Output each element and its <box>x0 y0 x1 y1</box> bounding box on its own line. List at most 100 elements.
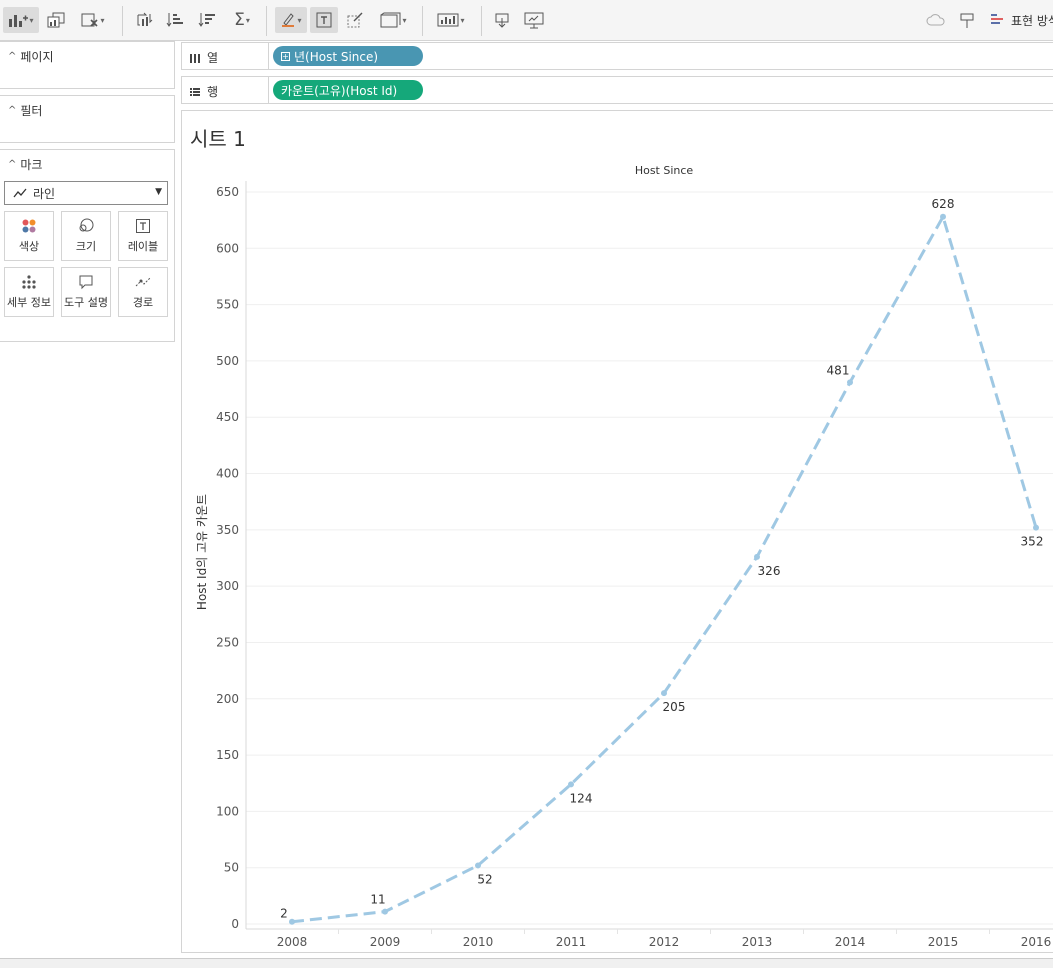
x-tick-label: 2015 <box>928 935 959 949</box>
rows-pill-label: 카운트(고유)(Host Id) <box>281 83 398 98</box>
show-cards-icon <box>437 13 459 27</box>
chevron-down-icon: ▾ <box>460 15 465 25</box>
y-tick-label: 600 <box>216 241 239 255</box>
y-tick-label: 250 <box>216 635 239 649</box>
download-icon <box>495 13 509 28</box>
highlight-button[interactable]: ▾ <box>275 7 307 33</box>
marks-card-label: 경로 <box>132 296 154 309</box>
format-workbook-icon <box>347 12 363 28</box>
format-button[interactable] <box>344 7 366 33</box>
rows-pill[interactable]: 카운트(고유)(Host Id) <box>273 80 423 100</box>
x-tick-label: 2008 <box>277 935 308 949</box>
columns-pill[interactable]: + 년(Host Since) <box>273 46 423 66</box>
marks-card-detail[interactable]: 세부 정보 <box>4 267 54 317</box>
data-point <box>382 908 388 915</box>
sort-ascending-button[interactable] <box>164 7 186 33</box>
chevron-up-icon: ^ <box>8 159 17 170</box>
y-tick-label: 150 <box>216 748 239 762</box>
series-line <box>291 215 1038 924</box>
show-me-icon <box>991 14 1003 24</box>
chevron-up-icon: ^ <box>8 105 17 116</box>
marks-card-label[interactable]: 레이블 <box>118 211 168 261</box>
download-button[interactable] <box>491 7 513 33</box>
marks-card-label: 레이블 <box>127 240 159 253</box>
sort-descending-icon <box>198 13 215 27</box>
data-label: 352 <box>1021 535 1044 549</box>
x-tick-label: 2016 <box>1021 935 1052 949</box>
mark-type-select[interactable]: 라인 ▼ <box>4 181 168 205</box>
chevron-down-icon: ▾ <box>245 15 250 25</box>
rows-shelf: 행 카운트(고유)(Host Id) <box>181 76 1053 104</box>
expand-icon: + <box>281 51 290 61</box>
sort-ascending-icon <box>166 13 183 27</box>
marks-card-label: 색상 <box>18 240 40 253</box>
y-tick-label: 400 <box>216 467 239 481</box>
toolbar-separator <box>481 6 482 36</box>
marks-pane-title: 마크 <box>20 158 43 172</box>
pin-icon <box>960 13 974 28</box>
new-worksheet-button[interactable]: ▾ <box>3 7 39 33</box>
publish-button[interactable] <box>925 7 947 33</box>
y-axis-label: Host Id의 고유 카운트 <box>195 494 209 610</box>
marks-card-color[interactable]: 색상 <box>4 211 54 261</box>
marks-pane: ^ 마크 라인 ▼ 색상 크기 레이블 세부 정보 도구 설명 경로 <box>0 149 175 342</box>
chevron-down-icon: ▼ <box>155 187 162 197</box>
y-tick-label: 100 <box>216 804 239 818</box>
marks-card-size[interactable]: 크기 <box>61 211 111 261</box>
rows-shelf-title: 행 <box>207 85 219 99</box>
duplicate-sheet-button[interactable] <box>44 7 68 33</box>
x-tick-label: 2012 <box>649 935 680 949</box>
data-label: 481 <box>827 363 850 377</box>
y-tick-label: 350 <box>216 523 239 537</box>
filters-pane-title: 필터 <box>20 104 43 118</box>
columns-shelf-title: 열 <box>207 51 219 65</box>
show-me-button[interactable]: 표현 방식 <box>990 7 1053 33</box>
label-icon <box>136 219 150 233</box>
line-chart: Host Since 0 50 100 150 200 250 300 350 400 450 500… <box>195 164 1053 949</box>
marks-card-label: 크기 <box>75 240 97 253</box>
show-mark-labels-button[interactable] <box>310 7 338 33</box>
pin-button[interactable] <box>956 7 978 33</box>
chevron-up-icon: ^ <box>8 51 17 62</box>
line-mark-icon <box>13 188 27 198</box>
marks-card-path[interactable]: 경로 <box>118 267 168 317</box>
tooltip-icon <box>79 275 93 290</box>
columns-icon <box>190 53 200 63</box>
totals-button[interactable]: Σ ▾ <box>228 7 256 33</box>
chevron-down-icon: ▾ <box>100 15 105 25</box>
fit-view-icon <box>380 12 401 28</box>
swap-button[interactable] <box>133 7 155 33</box>
data-label: 205 <box>663 700 686 714</box>
data-label: 52 <box>477 872 492 886</box>
presentation-mode-button[interactable] <box>521 7 547 33</box>
sort-descending-button[interactable] <box>196 7 218 33</box>
filters-pane: ^ 필터 <box>0 95 175 143</box>
new-worksheet-icon <box>9 15 29 27</box>
marks-card-tooltip[interactable]: 도구 설명 <box>61 267 111 317</box>
pages-pane-header[interactable]: ^ 페이지 <box>8 48 54 65</box>
fit-view-button[interactable]: ▾ <box>376 7 410 33</box>
rows-icon <box>190 87 200 96</box>
data-label: 11 <box>370 893 385 907</box>
y-tick-label: 0 <box>231 917 239 931</box>
show-mark-labels-icon <box>316 12 332 28</box>
color-icon <box>22 219 36 233</box>
marks-card-label: 세부 정보 <box>7 296 51 309</box>
marks-pane-header[interactable]: ^ 마크 <box>8 156 42 173</box>
pages-pane: ^ 페이지 <box>0 41 175 89</box>
rows-shelf-label: 행 <box>189 83 218 100</box>
columns-pill-label: 년(Host Since) <box>294 49 379 64</box>
toolbar-separator <box>422 6 423 36</box>
show-cards-button[interactable]: ▾ <box>433 7 469 33</box>
toolbar-separator <box>122 6 123 36</box>
columns-shelf: 열 + 년(Host Since) <box>181 42 1053 70</box>
filters-pane-header[interactable]: ^ 필터 <box>8 102 42 119</box>
columns-shelf-label: 열 <box>189 49 218 66</box>
x-tick-label: 2010 <box>463 935 494 949</box>
data-point <box>940 213 946 220</box>
clear-sheet-button[interactable]: ▾ <box>78 7 108 33</box>
y-tick-label: 450 <box>216 410 239 424</box>
path-icon <box>135 277 151 287</box>
show-me-label: 표현 방식 <box>1011 13 1053 28</box>
data-point <box>1033 524 1039 531</box>
